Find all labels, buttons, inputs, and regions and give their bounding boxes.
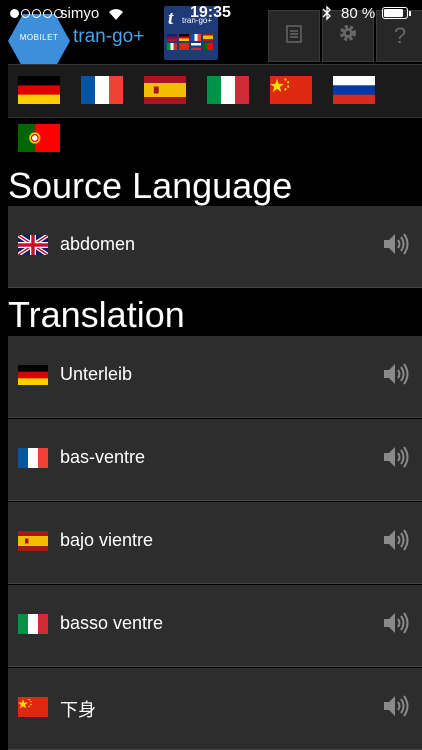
speaker-icon[interactable]	[383, 445, 409, 469]
spain-flag	[18, 531, 48, 551]
language-button-portuguese[interactable]	[18, 124, 60, 152]
app-icon-flags	[167, 34, 215, 50]
portugal-flag	[18, 124, 60, 152]
italy-flag	[207, 76, 249, 104]
language-button-french[interactable]	[81, 76, 123, 104]
translation-row-spanish[interactable]: bajo vientre	[8, 502, 422, 584]
translation-word: basso ventre	[60, 613, 164, 633]
logo-text: MOBILET	[19, 33, 59, 42]
translation-row-german[interactable]: Unterleib	[8, 336, 422, 418]
uk-flag	[16, 233, 50, 257]
language-button-russian[interactable]	[333, 76, 375, 104]
source-word-row[interactable]: abdomen	[8, 206, 422, 288]
speaker-icon[interactable]	[383, 362, 409, 386]
status-bar: simyo 19:35 80 %	[0, 0, 422, 28]
translation-word: bajo vientre	[60, 530, 154, 550]
speaker-icon[interactable]	[383, 694, 409, 718]
language-button-german[interactable]	[18, 76, 60, 104]
source-word: abdomen	[60, 234, 136, 254]
translation-row-italian[interactable]: basso ventre	[8, 585, 422, 667]
source-language-title: Source Language	[8, 165, 293, 206]
language-button-chinese[interactable]	[270, 76, 312, 104]
translation-word: bas-ventre	[60, 447, 146, 467]
battery-icon	[382, 7, 411, 19]
germany-flag	[18, 365, 48, 385]
battery-percentage: 80 %	[341, 5, 376, 22]
speaker-icon[interactable]	[383, 528, 409, 552]
translation-row-chinese[interactable]: 下身	[8, 668, 422, 750]
signal-strength-icon	[10, 9, 63, 18]
language-button-italian[interactable]	[207, 76, 249, 104]
china-flag	[18, 697, 48, 717]
translation-word: Unterleib	[60, 364, 133, 384]
wifi-icon	[107, 5, 125, 21]
france-flag	[81, 76, 123, 104]
app-name: tran-go+	[73, 26, 145, 47]
china-flag	[270, 76, 312, 104]
spain-flag	[144, 76, 186, 104]
carrier-name: simyo	[60, 5, 100, 22]
russia-flag	[333, 76, 375, 104]
germany-flag	[18, 76, 60, 104]
translation-word: 下身	[60, 700, 96, 720]
speaker-icon[interactable]	[383, 232, 409, 256]
france-flag	[18, 448, 48, 468]
italy-flag	[18, 614, 48, 634]
speaker-icon[interactable]	[383, 611, 409, 635]
translation-title: Translation	[8, 294, 185, 335]
clock: 19:35	[190, 4, 231, 21]
language-button-spanish[interactable]	[144, 76, 186, 104]
bluetooth-icon	[322, 5, 332, 21]
translation-row-french[interactable]: bas-ventre	[8, 419, 422, 501]
